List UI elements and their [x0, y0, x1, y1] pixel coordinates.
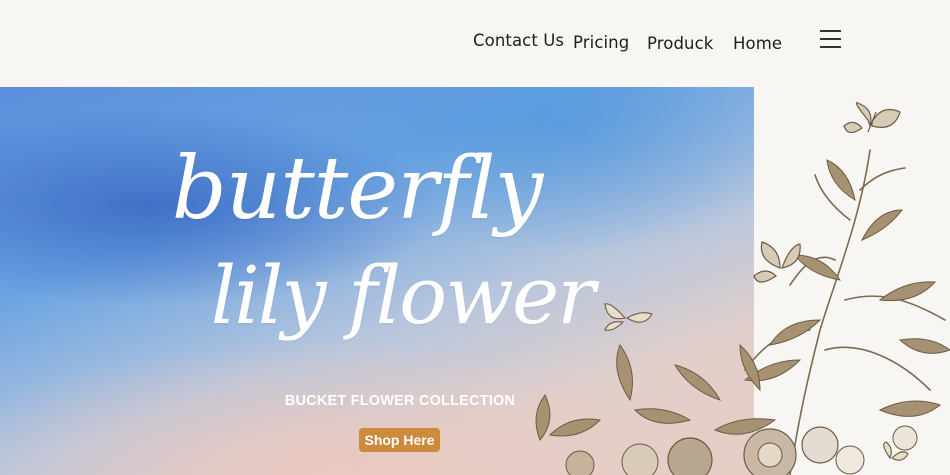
hero-banner: butterfly lily flower BUCKET FLOWER COLL…: [0, 87, 754, 475]
nav-pricing[interactable]: Pricing: [573, 33, 629, 52]
hamburger-menu-icon[interactable]: [820, 30, 841, 48]
butterfly-icon: [753, 241, 801, 283]
nav-product[interactable]: Produck: [647, 34, 713, 53]
butterfly-icon: [843, 102, 901, 134]
hero-title-line-2: lily flower: [210, 249, 596, 342]
nav-contact-us[interactable]: Contact Us: [473, 31, 564, 50]
nav-home[interactable]: Home: [733, 34, 782, 53]
hero-subtitle: BUCKET FLOWER COLLECTION: [284, 393, 516, 409]
hero-title-line-1: butterfly: [171, 139, 543, 239]
shop-here-button[interactable]: Shop Here: [359, 428, 440, 452]
top-navigation: Contact Us Pricing Produck Home: [0, 0, 950, 86]
butterfly-icon: [883, 441, 909, 461]
